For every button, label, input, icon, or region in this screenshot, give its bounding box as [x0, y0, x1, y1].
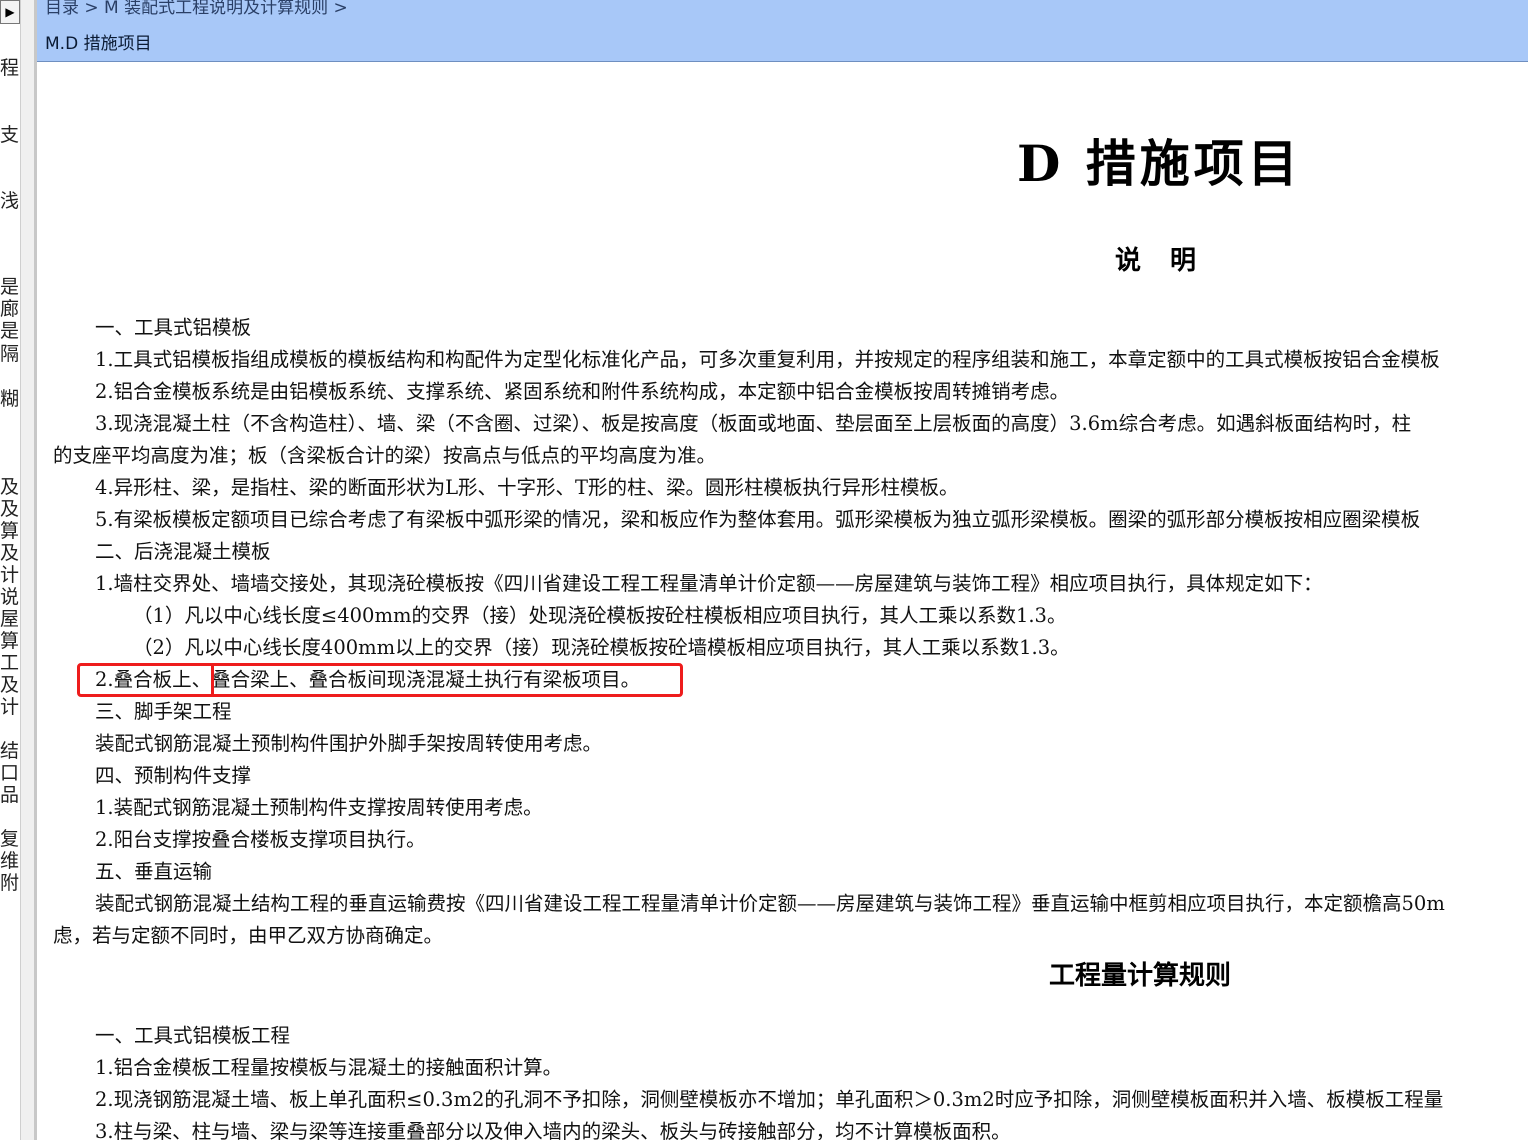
- doc-line: 装配式钢筋混凝土结构工程的垂直运输费按《四川省建设工程工程量清单计价定额——房屋…: [95, 892, 1445, 915]
- tree-item-fragment[interactable]: 支: [0, 124, 20, 146]
- red-highlight-divider: [211, 665, 214, 695]
- doc-line: 的支座平均高度为准；板（含梁板合计的梁）按高点与低点的平均高度为准。: [53, 444, 717, 467]
- expand-arrow-icon[interactable]: ▶: [0, 0, 20, 24]
- tree-item-fragment[interactable]: 计: [0, 564, 20, 586]
- breadcrumb[interactable]: 目录 > M 装配式工程说明及计算规则 >: [45, 0, 348, 18]
- red-highlight-box: [77, 663, 683, 697]
- tree-item-fragment[interactable]: 品: [0, 784, 20, 806]
- doc-line: 四、预制构件支撑: [95, 764, 252, 787]
- tree-pane[interactable]: ▶ 程 支 浅 是 廊 是 隔 糊 及 及 算 及 计 说 屋 算 工 及 计 …: [0, 0, 35, 1140]
- tree-scrollbar[interactable]: [20, 0, 34, 1140]
- tree-item-fragment[interactable]: 说: [0, 586, 20, 608]
- doc-line: （2）凡以中心线长度400mm以上的交界（接）现浇砼模板按砼墙模板相应项目执行，…: [133, 636, 1070, 659]
- doc-line: 2.铝合金模板系统是由铝模板系统、支撑系统、紧固系统和附件系统构成，本定额中铝合…: [95, 380, 1070, 403]
- tree-item-fragment[interactable]: 算: [0, 630, 20, 652]
- tree-item-fragment[interactable]: 工: [0, 652, 20, 674]
- doc-line: 五、垂直运输: [95, 860, 213, 883]
- rule-line: 1.铝合金模板工程量按模板与混凝土的接触面积计算。: [95, 1056, 563, 1079]
- tree-item-fragment[interactable]: 浅: [0, 190, 20, 212]
- tree-item-fragment[interactable]: 廊: [0, 298, 20, 320]
- tree-item-fragment[interactable]: 附: [0, 872, 20, 894]
- doc-line: 1.装配式钢筋混凝土预制构件支撑按周转使用考虑。: [95, 796, 543, 819]
- tree-item-fragment[interactable]: 屋: [0, 608, 20, 630]
- tree-item-fragment[interactable]: 及: [0, 542, 20, 564]
- tree-item-fragment[interactable]: 及: [0, 498, 20, 520]
- doc-line: 5.有梁板模板定额项目已综合考虑了有梁板中弧形梁的情况，梁和板应作为整体套用。弧…: [95, 508, 1421, 531]
- doc-line: 装配式钢筋混凝土预制构件围护外脚手架按周转使用考虑。: [95, 732, 603, 755]
- rule-line: 一、工具式铝模板工程: [95, 1024, 291, 1047]
- doc-line: 1.墙柱交界处、墙墙交接处，其现浇砼模板按《四川省建设工程工程量清单计价定额——…: [95, 572, 1323, 595]
- doc-line: 二、后浇混凝土模板: [95, 540, 271, 563]
- tree-item-fragment[interactable]: 计: [0, 696, 20, 718]
- doc-line: 3.现浇混凝土柱（不含构造柱）、墙、梁（不含圈、过梁）、板是按高度（板面或地面、…: [95, 412, 1412, 435]
- doc-line: 三、脚手架工程: [95, 700, 232, 723]
- tree-item-fragment[interactable]: 口: [0, 762, 20, 784]
- rules-heading: 工程量计算规则: [1049, 961, 1232, 991]
- doc-line: 4.异形柱、梁，是指柱、梁的断面形状为L形、十字形、T形的柱、梁。圆形柱模板执行…: [95, 476, 959, 499]
- tree-item-fragment[interactable]: 程: [0, 57, 20, 79]
- doc-line: 一、工具式铝模板: [95, 316, 252, 339]
- chapter-title: D 措施项目: [1017, 134, 1302, 193]
- content-header: 目录 > M 装配式工程说明及计算规则 > M.D 措施项目: [37, 0, 1528, 62]
- tree-item-fragment[interactable]: 是: [0, 276, 20, 298]
- tree-item-fragment[interactable]: 结: [0, 740, 20, 762]
- tree-item-fragment[interactable]: 隔: [0, 343, 20, 365]
- tree-item-fragment[interactable]: 维: [0, 850, 20, 872]
- tree-item-fragment[interactable]: 及: [0, 674, 20, 696]
- document-content: D 措施项目 说 明 一、工具式铝模板 1.工具式铝模板指组成模板的模板结构和构…: [37, 62, 1528, 1140]
- rule-line: 2.现浇钢筋混凝土墙、板上单孔面积≤0.3m2的孔洞不予扣除，洞侧壁模板亦不增加…: [95, 1088, 1444, 1111]
- explanation-heading: 说 明: [1115, 246, 1207, 276]
- doc-line: 2.阳台支撑按叠合楼板支撑项目执行。: [95, 828, 426, 851]
- doc-line: （1）凡以中心线长度≤400mm的交界（接）处现浇砼模板按砼柱模板相应项目执行，…: [133, 604, 1067, 627]
- tree-item-fragment[interactable]: 是: [0, 320, 20, 342]
- doc-line: 1.工具式铝模板指组成模板的模板结构和构配件为定型化标准化产品，可多次重复利用，…: [95, 348, 1440, 371]
- doc-line: 虑，若与定额不同时，由甲乙双方协商确定。: [53, 924, 444, 947]
- tree-item-fragment[interactable]: 算: [0, 520, 20, 542]
- section-title: M.D 措施项目: [45, 34, 152, 54]
- tree-item-fragment[interactable]: 及: [0, 476, 20, 498]
- rule-line: 3.柱与梁、柱与墙、梁与梁等连接重叠部分以及伸入墙内的梁头、板头与砖接触部分，均…: [95, 1120, 1011, 1140]
- tree-item-fragment[interactable]: 糊: [0, 388, 20, 410]
- tree-item-fragment[interactable]: 复: [0, 828, 20, 850]
